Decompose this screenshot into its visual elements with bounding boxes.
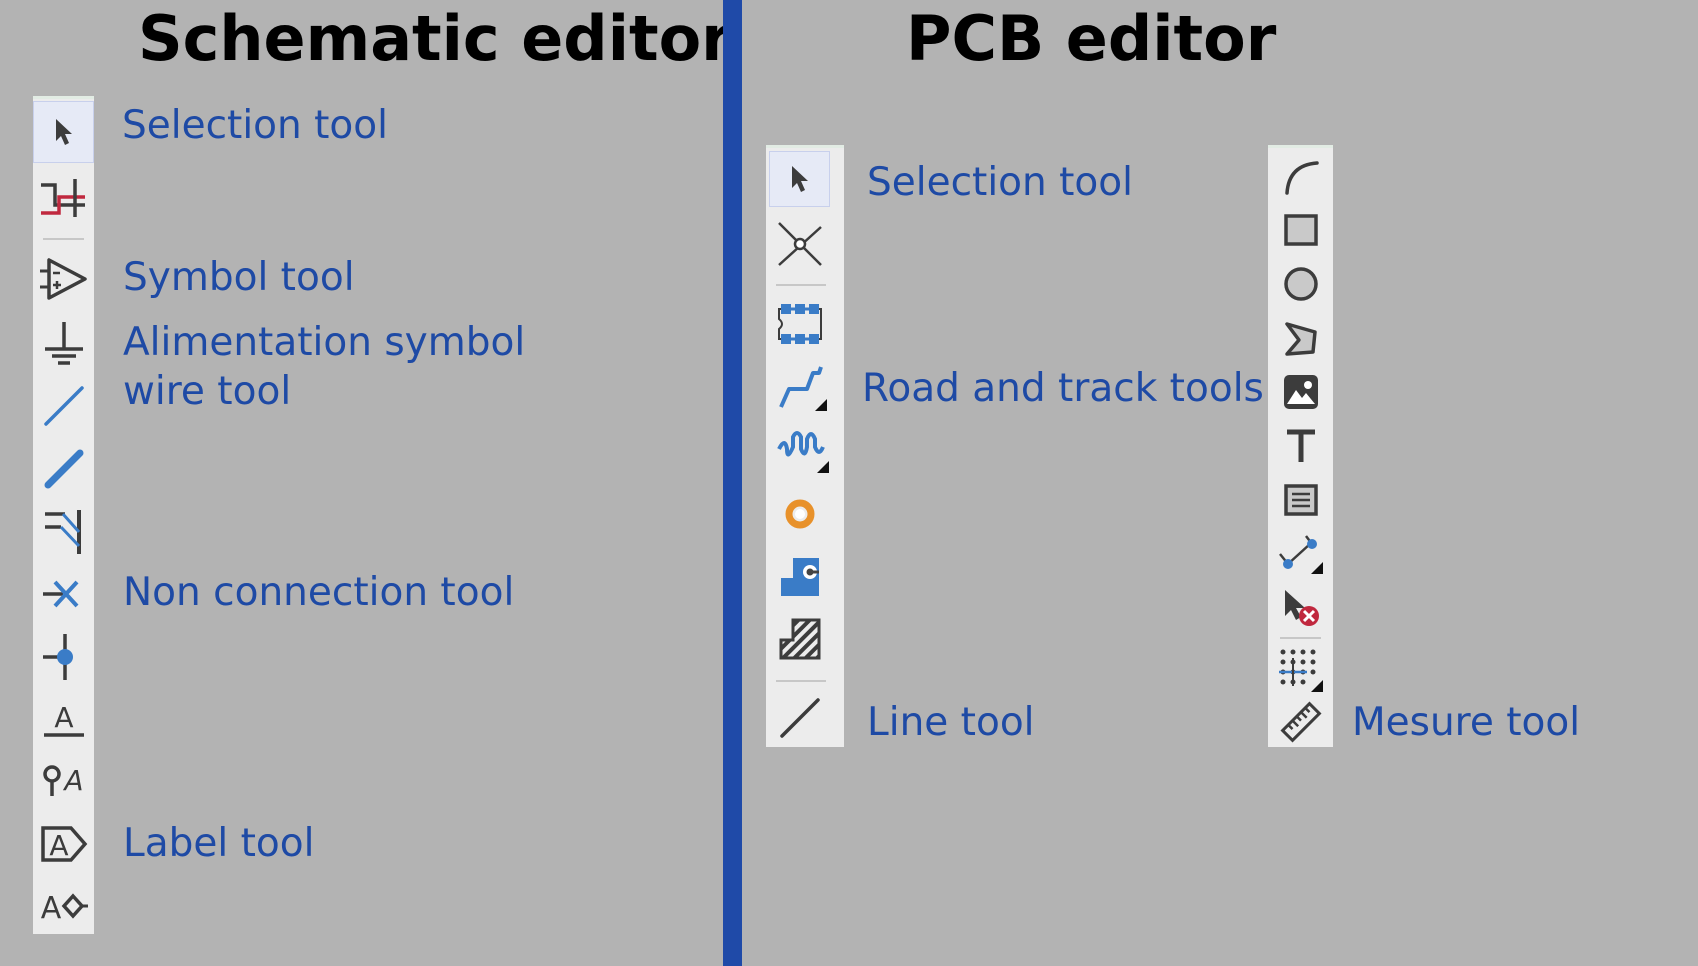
- wire-tool-button[interactable]: [33, 376, 94, 436]
- rectangle-tool-button[interactable]: [1268, 204, 1333, 256]
- global-label-pin-icon: A: [42, 764, 83, 797]
- text-icon: [1286, 429, 1315, 462]
- schematic-editor-heading: Schematic editor: [138, 2, 732, 75]
- circle-icon: [1283, 267, 1318, 301]
- pcb-left-toolbar: [766, 145, 844, 747]
- toolbar-separator: [776, 284, 826, 286]
- bus-entry-icon: [44, 510, 81, 554]
- delete-tool-button[interactable]: [1268, 582, 1333, 634]
- polygon-tool-button[interactable]: [1268, 312, 1333, 364]
- alimentation-symbol-label: Alimentation symbol: [123, 320, 526, 365]
- bus-tool-button[interactable]: [33, 439, 94, 499]
- bus-entry-tool-button[interactable]: [33, 501, 94, 561]
- net-label-tool-button[interactable]: A: [33, 689, 94, 749]
- pcb-selection-tool-button[interactable]: [769, 151, 830, 207]
- non-connection-tool-label: Non connection tool: [123, 570, 515, 615]
- selection-arrow-icon: [55, 119, 72, 145]
- arc-icon: [1284, 161, 1319, 195]
- pin-label-tool-button[interactable]: A: [33, 750, 94, 810]
- graphic-line-icon: [780, 698, 820, 738]
- via-tool-button[interactable]: [766, 484, 834, 544]
- textbox-icon: [1283, 484, 1318, 516]
- filled-zone-icon: [781, 558, 819, 596]
- measure-ruler-icon: [1279, 701, 1322, 743]
- toolbar-separator: [776, 680, 826, 682]
- dimension-icon: [1278, 535, 1323, 574]
- highlight-net-tool-button[interactable]: [33, 167, 94, 227]
- tune-length-tool-button[interactable]: [766, 422, 844, 482]
- svg-text:A: A: [62, 764, 83, 797]
- toolbar-separator: [1280, 637, 1321, 639]
- dimension-tool-button[interactable]: [1268, 526, 1333, 582]
- schematic-selection-tool-button[interactable]: [33, 101, 94, 163]
- label-tool-label: Label tool: [123, 821, 315, 866]
- tune-length-icon: [777, 431, 829, 473]
- local-ratsnest-icon: [778, 222, 822, 266]
- rule-area-tool-button[interactable]: [766, 608, 834, 670]
- route-track-tool-button[interactable]: [766, 358, 844, 418]
- arc-tool-button[interactable]: [1268, 152, 1333, 202]
- highlight-net-icon: [40, 179, 85, 217]
- measure-tool-button[interactable]: [1268, 696, 1333, 748]
- circle-tool-button[interactable]: [1268, 258, 1333, 310]
- sheet-pin-label-tool-button[interactable]: A: [33, 876, 94, 936]
- grid-origin-icon: [1278, 649, 1323, 692]
- svg-text:A: A: [54, 701, 73, 734]
- text-tool-button[interactable]: [1268, 420, 1333, 472]
- symbol-tool-label: Symbol tool: [123, 255, 355, 300]
- power-symbol-tool-button[interactable]: [33, 313, 94, 373]
- pcb-right-toolbar: [1268, 145, 1333, 747]
- schematic-selection-tool-label: Selection tool: [122, 103, 388, 148]
- road-track-tools-label: Road and track tools: [862, 366, 1264, 411]
- svg-text:A: A: [40, 891, 61, 926]
- hierarchical-label-tool-button[interactable]: A: [33, 812, 94, 876]
- wire-tool-label: wire tool: [123, 369, 292, 414]
- polygon-icon: [1284, 322, 1317, 356]
- net-label-icon: A: [43, 701, 84, 737]
- junction-icon: [42, 634, 73, 680]
- image-icon: [1283, 375, 1318, 409]
- rectangle-icon: [1283, 214, 1318, 246]
- symbol-tool-button[interactable]: [33, 249, 94, 309]
- textbox-tool-button[interactable]: [1268, 474, 1333, 526]
- route-track-icon: [779, 366, 827, 411]
- via-icon: [785, 499, 815, 529]
- junction-tool-button[interactable]: [33, 627, 94, 687]
- graphic-line-tool-button[interactable]: [766, 690, 834, 746]
- no-connect-icon: [42, 580, 78, 608]
- footprint-tool-button[interactable]: [766, 294, 834, 354]
- footprint-icon: [778, 304, 822, 344]
- section-divider: [723, 0, 742, 966]
- label-diamond-icon: A: [40, 891, 88, 926]
- bus-icon: [44, 449, 83, 489]
- measure-tool-label: Mesure tool: [1352, 700, 1581, 745]
- rule-area-icon: [779, 618, 821, 660]
- toolbar-separator: [43, 238, 84, 240]
- schematic-toolbar: A A A A: [33, 96, 94, 934]
- symbol-opamp-icon: [39, 258, 87, 300]
- pcb-editor-heading: PCB editor: [906, 2, 1277, 75]
- grid-origin-tool-button[interactable]: [1268, 642, 1333, 698]
- svg-text:A: A: [49, 829, 68, 862]
- no-connect-tool-button[interactable]: [33, 564, 94, 624]
- delete-tool-icon: [1284, 590, 1319, 626]
- selection-arrow-icon: [791, 166, 808, 192]
- power-ground-icon: [44, 322, 83, 365]
- local-ratsnest-tool-button[interactable]: [766, 214, 834, 274]
- pcb-selection-tool-label: Selection tool: [867, 160, 1133, 205]
- wire-icon: [43, 386, 84, 426]
- line-tool-label: Line tool: [867, 700, 1035, 745]
- filled-zone-tool-button[interactable]: [766, 546, 834, 608]
- hierarchical-label-icon: A: [40, 826, 87, 862]
- image-tool-button[interactable]: [1268, 366, 1333, 418]
